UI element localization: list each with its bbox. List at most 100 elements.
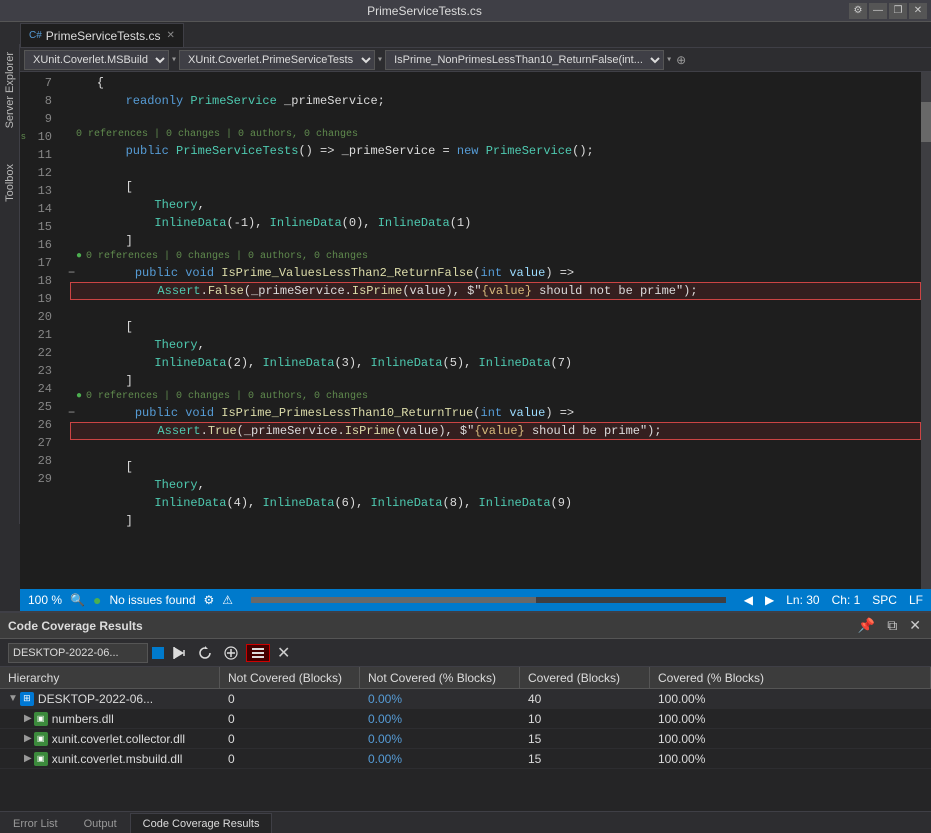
- progress-indicator: [152, 647, 164, 659]
- col-hierarchy-msbuild: ▶ ▣ xunit.coverlet.msbuild.dll: [0, 749, 220, 768]
- bottom-panel: Code Coverage Results 📌 ⧉ ✕: [0, 611, 931, 811]
- scrollbar-thumb[interactable]: [921, 102, 931, 142]
- lf-label: LF: [909, 593, 923, 607]
- coverage-input[interactable]: [8, 643, 148, 663]
- code-line-12: [: [68, 178, 931, 196]
- zoom-icon-button[interactable]: 🔍: [70, 593, 85, 607]
- dll-icon-numbers: ▣: [34, 712, 48, 726]
- code-line-24: Assert.True(_primeService.IsPrime(value)…: [70, 422, 921, 440]
- code-line-18: [68, 300, 931, 318]
- code-line-10: public PrimeServiceTests() => _primeServ…: [68, 142, 931, 160]
- code-editor[interactable]: 7 8 9 0 references | 0 changes | 0 autho…: [20, 72, 931, 589]
- add-session-button[interactable]: [220, 645, 242, 661]
- panel-float-button[interactable]: ⧉: [885, 617, 899, 634]
- code-line-28: InlineData(4), InlineData(6), InlineData…: [68, 494, 931, 512]
- collect-coverage-button[interactable]: [168, 645, 190, 661]
- col-covered-root: 40: [520, 689, 650, 708]
- col-not-covered-root: 0: [220, 689, 360, 708]
- code-line-11: [68, 160, 931, 178]
- expand-arrow-msbuild[interactable]: ▶: [24, 753, 32, 764]
- tab-bar: C# PrimeServiceTests.cs ✕: [20, 22, 931, 48]
- code-line-20: Theory,: [68, 336, 931, 354]
- code-line-15: ]: [68, 232, 931, 250]
- rerun-button[interactable]: [194, 645, 216, 661]
- code-line-21: InlineData(2), InlineData(3), InlineData…: [68, 354, 931, 372]
- code-line-14: InlineData(-1), InlineData(0), InlineDat…: [68, 214, 931, 232]
- expand-arrow-numbers[interactable]: ▶: [24, 713, 32, 724]
- col-hierarchy-collector: ▶ ▣ xunit.coverlet.collector.dll: [0, 729, 220, 748]
- close-button[interactable]: ✕: [909, 3, 927, 19]
- code-line-22: ]: [68, 372, 931, 390]
- row-name-msbuild: xunit.coverlet.msbuild.dll: [52, 752, 183, 766]
- tab-code-coverage[interactable]: Code Coverage Results: [130, 813, 273, 833]
- coverage-table: Hierarchy Not Covered (Blocks) Not Cover…: [0, 667, 931, 811]
- toolbox-tab[interactable]: Toolbox: [2, 156, 18, 210]
- panel-pin-button[interactable]: 📌: [856, 617, 877, 634]
- settings-icon-btn[interactable]: ⚙: [204, 593, 215, 607]
- delete-button[interactable]: ✕: [274, 643, 293, 663]
- code-line-19: [: [68, 318, 931, 336]
- minimize-button[interactable]: —: [869, 3, 887, 19]
- chevron-icon-3: ▾: [666, 54, 672, 66]
- code-line-29: ]: [68, 512, 931, 530]
- desktop-icon: ⊞: [20, 692, 34, 706]
- code-line-27: Theory,: [68, 476, 931, 494]
- highlight-icon: [250, 645, 266, 661]
- header-not-covered-pct: Not Covered (% Blocks): [360, 667, 520, 688]
- title-bar: PrimeServiceTests.cs ⚙ — ❐ ✕: [0, 0, 931, 22]
- panel-toolbar: ✕: [0, 639, 931, 667]
- expand-arrow-root[interactable]: ▼: [8, 693, 18, 704]
- expand-arrow-collector[interactable]: ▶: [24, 733, 32, 744]
- no-issues-label: No issues found: [109, 593, 195, 607]
- code-comment-16: ● 0 references | 0 changes | 0 authors, …: [68, 250, 931, 264]
- zoom-level: 100 %: [28, 593, 62, 607]
- code-line-9: [68, 110, 931, 128]
- tab-error-list[interactable]: Error List: [0, 813, 71, 833]
- column-number: Ch: 1: [832, 593, 861, 607]
- table-row-numbers-dll[interactable]: ▶ ▣ numbers.dll 0 0.00% 10 100.00%: [0, 709, 931, 729]
- tab-close-icon[interactable]: ✕: [167, 30, 175, 41]
- nav-back-button[interactable]: ⊕: [674, 53, 688, 67]
- highlight-button[interactable]: [246, 644, 270, 662]
- maximize-button[interactable]: ❐: [889, 3, 907, 19]
- line-number: Ln: 30: [786, 593, 819, 607]
- title-bar-title: PrimeServiceTests.cs: [0, 4, 849, 18]
- vertical-scrollbar[interactable]: [921, 72, 931, 589]
- code-line-7: {: [68, 74, 931, 92]
- spc-label: SPC: [872, 593, 897, 607]
- method-dropdown[interactable]: IsPrime_NonPrimesLessThan10_ReturnFalse(…: [385, 50, 664, 70]
- rerun-icon: [197, 645, 213, 661]
- tab-primservicetests[interactable]: C# PrimeServiceTests.cs ✕: [20, 23, 184, 47]
- panel-title: Code Coverage Results: [8, 619, 143, 633]
- warning-icon-btn[interactable]: ⚠: [222, 593, 233, 607]
- scroll-right-btn[interactable]: ▶: [765, 593, 774, 607]
- col-hierarchy-numbers: ▶ ▣ numbers.dll: [0, 709, 220, 728]
- code-line-16: − public void IsPrime_ValuesLessThan2_Re…: [68, 264, 931, 282]
- header-covered: Covered (Blocks): [520, 667, 650, 688]
- panel-close-button[interactable]: ✕: [907, 617, 923, 634]
- status-left: 100 % 🔍 ● No issues found ⚙ ⚠: [28, 592, 233, 608]
- status-right: Ln: 30 Ch: 1 SPC LF: [786, 593, 923, 607]
- settings-button[interactable]: ⚙: [849, 3, 867, 19]
- code-comment-23: ● 0 references | 0 changes | 0 authors, …: [68, 390, 931, 404]
- scroll-left-btn[interactable]: ◀: [744, 593, 753, 607]
- no-issues-icon: ●: [93, 592, 101, 608]
- tab-label: PrimeServiceTests.cs: [46, 29, 161, 43]
- header-not-covered: Not Covered (Blocks): [220, 667, 360, 688]
- code-content: { readonly PrimeService _primeService; 0…: [60, 72, 931, 589]
- dll-icon-msbuild: ▣: [34, 752, 48, 766]
- app-container: PrimeServiceTests.cs ⚙ — ❐ ✕ Server Expl…: [0, 0, 931, 833]
- table-row-msbuild-dll[interactable]: ▶ ▣ xunit.coverlet.msbuild.dll 0 0.00% 1…: [0, 749, 931, 769]
- add-icon: [223, 645, 239, 661]
- project-dropdown[interactable]: XUnit.Coverlet.MSBuild: [24, 50, 169, 70]
- code-line-23: − public void IsPrime_PrimesLessThan10_R…: [68, 404, 931, 422]
- table-row-root[interactable]: ▼ ⊞ DESKTOP-2022-06... 0 0.00% 40 100.00…: [0, 689, 931, 709]
- code-line-25: [68, 440, 931, 458]
- collect-icon: [171, 645, 187, 661]
- tab-output[interactable]: Output: [71, 813, 130, 833]
- col-covered-pct-root: 100.00%: [650, 689, 931, 708]
- table-row-collector-dll[interactable]: ▶ ▣ xunit.coverlet.collector.dll 0 0.00%…: [0, 729, 931, 749]
- dll-icon-collector: ▣: [34, 732, 48, 746]
- class-dropdown[interactable]: XUnit.Coverlet.PrimeServiceTests: [179, 50, 375, 70]
- server-explorer-tab[interactable]: Server Explorer: [2, 44, 18, 136]
